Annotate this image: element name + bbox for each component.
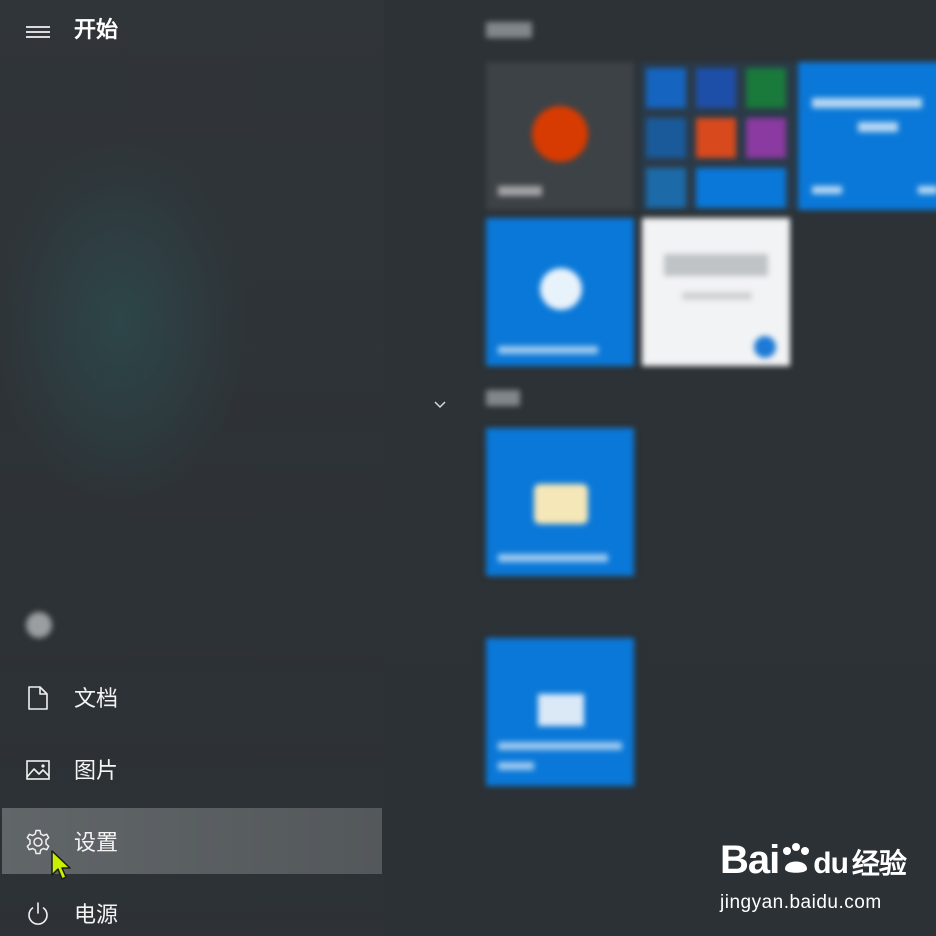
tile-office[interactable] [486, 62, 634, 210]
sidebar-item-label: 图片 [74, 759, 119, 784]
mouse-cursor-icon [51, 850, 71, 880]
tile-wide-app[interactable] [798, 62, 936, 210]
power-icon [28, 902, 48, 925]
sidebar-item-label: 设置 [74, 831, 119, 856]
baidu-jingyan-watermark: Bai du 经验 jingyan.baidu.com [716, 832, 926, 922]
user-avatar [26, 612, 52, 638]
folder-icon [534, 484, 588, 524]
tile-file-explorer[interactable] [486, 428, 634, 576]
tile-group-small-apps[interactable] [640, 62, 796, 210]
app-icon [538, 694, 584, 726]
hamburger-menu-icon[interactable] [26, 26, 50, 38]
start-menu-tiles-pane [384, 0, 936, 936]
document-icon [28, 686, 48, 710]
tile-groups [384, 0, 936, 936]
tile-app[interactable] [486, 638, 634, 786]
gear-icon [26, 829, 50, 855]
user-account-item[interactable] [2, 592, 382, 658]
watermark-url: jingyan.baidu.com [720, 892, 882, 913]
sidebar-item-label: 文档 [74, 687, 119, 712]
sidebar-item-documents[interactable]: 文档 [2, 664, 382, 730]
paw-icon [783, 843, 810, 873]
desktop-screen: 开始 文档 图片 设置 电源 Bai du 经验 jingyan.baidu.c… [0, 0, 936, 936]
tile-group-header [486, 390, 520, 406]
tile-edge[interactable] [486, 218, 634, 366]
start-menu-left-pane: 开始 文档 图片 设置 电源 [0, 0, 384, 936]
tile-group-header [486, 22, 532, 38]
tile-store-preview[interactable] [642, 218, 790, 366]
pictures-icon [26, 760, 50, 780]
sidebar-item-label: 电源 [74, 903, 119, 928]
edge-logo-icon [540, 268, 582, 310]
watermark-logo: Bai du 经验 [720, 838, 907, 882]
sidebar-item-pictures[interactable]: 图片 [2, 736, 382, 802]
start-menu-title: 开始 [74, 18, 119, 43]
office-logo-icon [532, 106, 588, 162]
sidebar-item-power[interactable]: 电源 [2, 880, 382, 936]
